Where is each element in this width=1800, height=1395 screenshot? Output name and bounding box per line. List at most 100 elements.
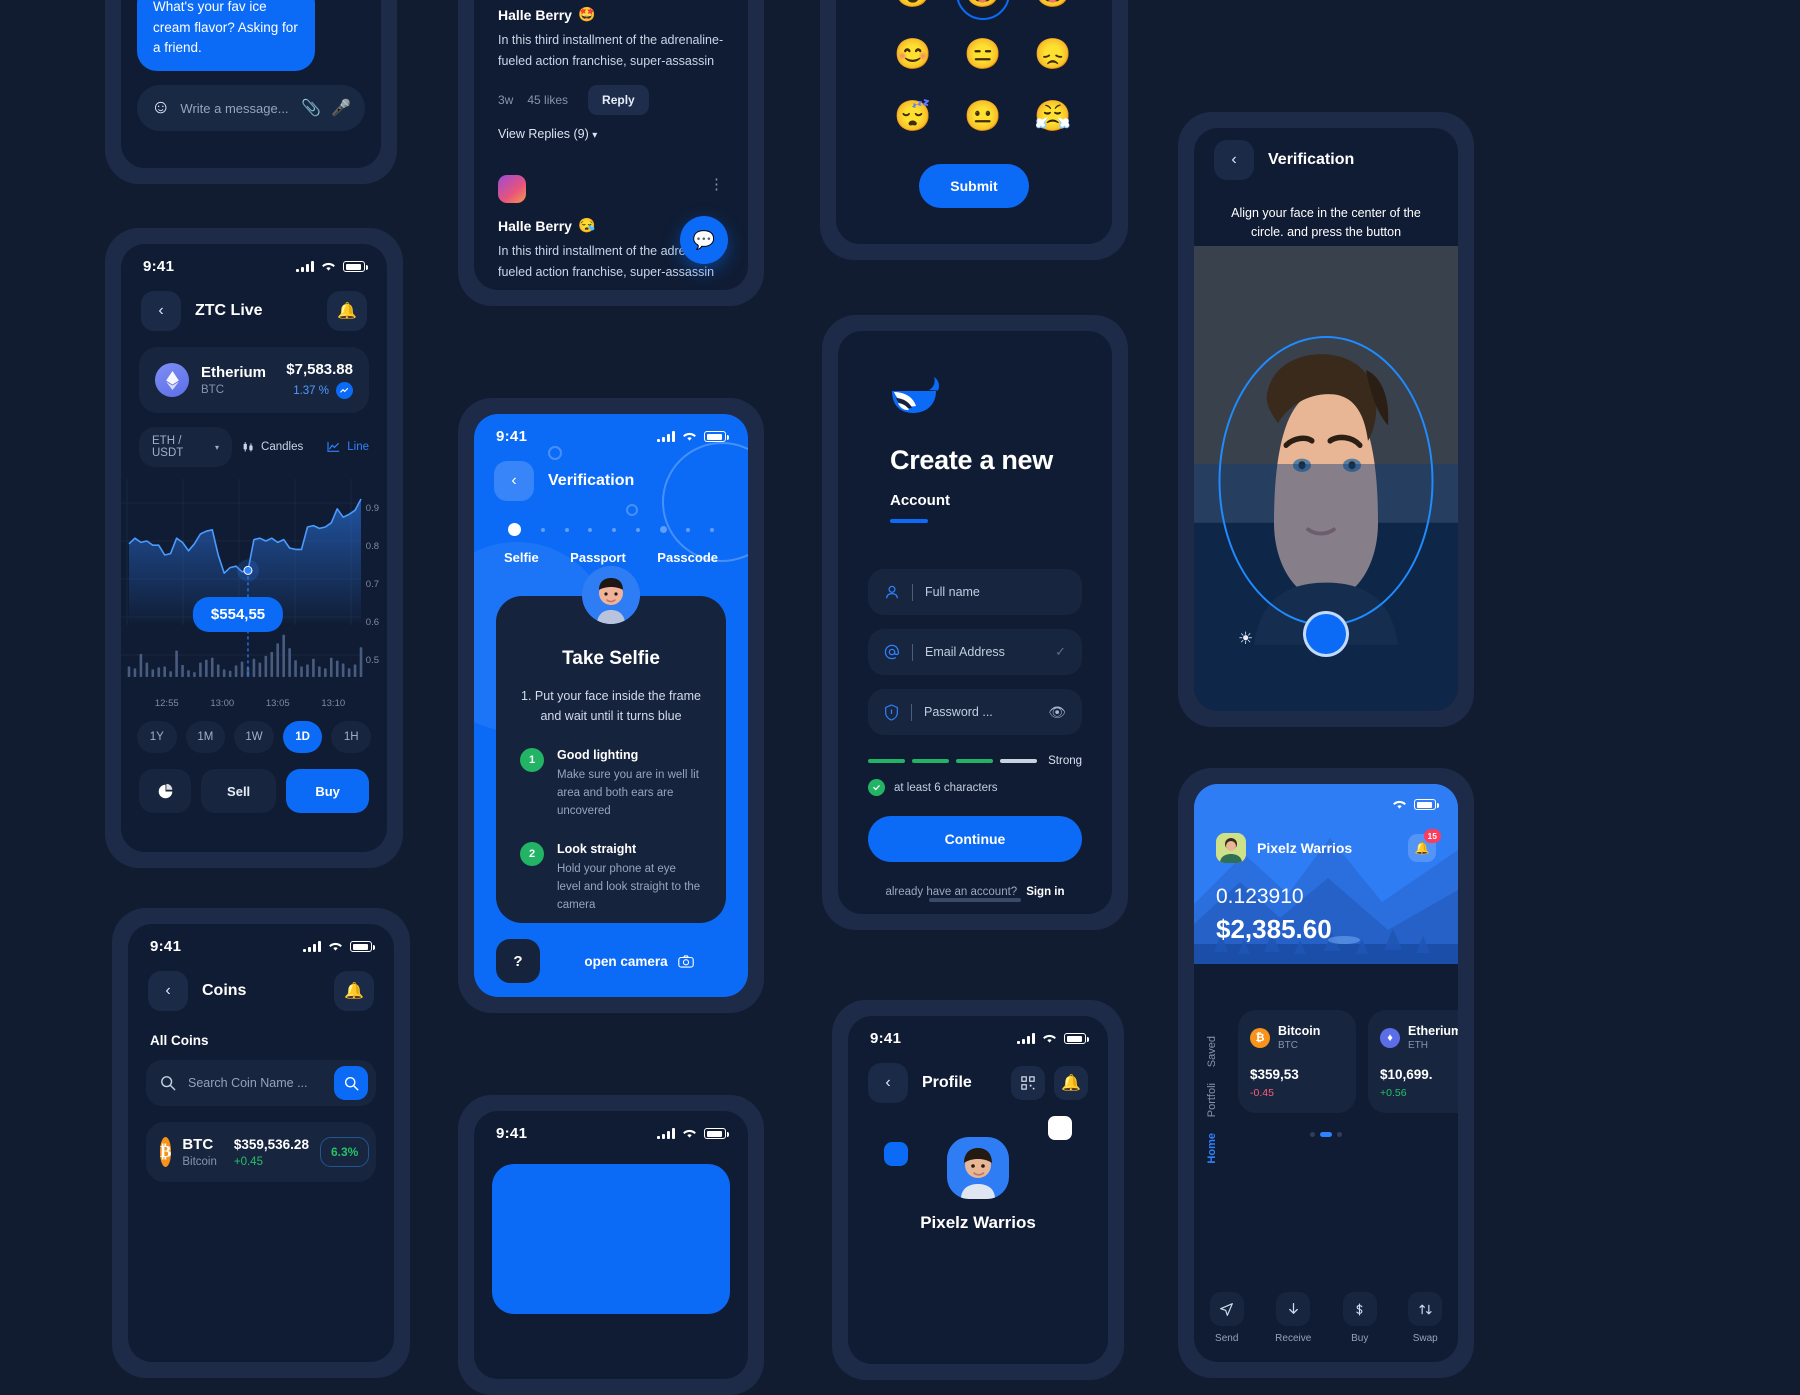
range-1d[interactable]: 1D: [282, 721, 323, 753]
nav-send[interactable]: Send: [1209, 1292, 1244, 1344]
page-subtitle: Account: [890, 492, 950, 509]
back-button[interactable]: ‹: [141, 291, 181, 331]
back-button[interactable]: ‹: [148, 971, 188, 1011]
step-label-passcode[interactable]: Passcode: [657, 550, 718, 565]
view-replies-toggle[interactable]: View Replies (9) ▾: [498, 127, 724, 141]
search-submit-button[interactable]: [334, 1066, 368, 1100]
table-row[interactable]: ₿ BTC Bitcoin $359,536.28 +0.45 6.3%: [146, 1122, 376, 1182]
emoji-icon[interactable]: ☺: [151, 97, 170, 119]
continue-button[interactable]: Continue: [868, 816, 1082, 862]
emoji-option[interactable]: 😃: [1032, 0, 1074, 14]
battery-icon: [1414, 799, 1439, 810]
pager-dot[interactable]: [1310, 1132, 1315, 1137]
tab-portfoli[interactable]: Portfoli: [1206, 1083, 1218, 1117]
emoji-option[interactable]: 😐: [962, 96, 1004, 138]
status-icons: [296, 261, 368, 272]
password-input[interactable]: Password ...: [924, 705, 1036, 719]
sell-button[interactable]: Sell: [201, 769, 277, 813]
balance-crypto: 0.123910: [1216, 885, 1304, 908]
dollar-icon: [1342, 1292, 1377, 1326]
full-name-input[interactable]: Full name: [925, 585, 1066, 599]
y-axis-tick: 0.5: [365, 655, 379, 666]
coin-summary-card[interactable]: Etherium BTC $7,583.88 1.37 %: [139, 347, 369, 413]
message-input[interactable]: Write a message...: [180, 101, 291, 116]
price-chart[interactable]: $554,55 0.9 0.8 0.7 0.6 0.5: [121, 479, 387, 694]
more-options-icon[interactable]: ⋮: [709, 175, 724, 193]
coin-price: $359,536.28: [233, 1136, 309, 1152]
asset-name: Bitcoin: [1278, 1024, 1321, 1038]
buy-button[interactable]: Buy: [286, 769, 369, 813]
emoji-option[interactable]: 😑: [962, 34, 1004, 76]
pair-selector[interactable]: ETH / USDT ▾: [139, 427, 233, 467]
email-input[interactable]: Email Address: [925, 645, 1043, 659]
nav-buy[interactable]: Buy: [1342, 1292, 1377, 1344]
line-toggle[interactable]: Line: [327, 441, 369, 453]
email-field[interactable]: Email Address ✓: [868, 629, 1082, 675]
search-input[interactable]: Search Coin Name ...: [188, 1076, 322, 1090]
emoji-option[interactable]: 😤: [1032, 96, 1074, 138]
ethereum-icon: [155, 363, 189, 397]
candles-toggle[interactable]: Candles: [242, 441, 303, 453]
back-button[interactable]: ‹: [1214, 140, 1254, 180]
pager-dot-active[interactable]: [1320, 1132, 1332, 1137]
asset-symbol: ETH: [1408, 1040, 1428, 1051]
reply-button[interactable]: Reply: [588, 85, 649, 116]
nav-swap[interactable]: Swap: [1408, 1292, 1443, 1344]
search-icon: [160, 1075, 176, 1091]
message-composer[interactable]: ☺ Write a message... 📎 🎤: [137, 85, 365, 131]
new-comment-fab[interactable]: 💬: [680, 216, 728, 264]
submit-button[interactable]: Submit: [919, 164, 1029, 208]
coin-name: Bitcoin: [182, 1156, 217, 1168]
range-1w[interactable]: 1W: [234, 721, 274, 753]
nav-receive[interactable]: Receive: [1275, 1292, 1311, 1344]
search-bar[interactable]: Search Coin Name ...: [146, 1060, 376, 1106]
x-axis-tick: 13:10: [321, 698, 346, 709]
brightness-icon[interactable]: ☀: [1238, 629, 1253, 649]
microphone-icon[interactable]: 🎤: [331, 98, 351, 118]
back-button[interactable]: ‹: [494, 461, 534, 501]
notification-bell-icon[interactable]: 🔔 15: [1408, 829, 1441, 862]
coin-delta: +0.45: [233, 1155, 263, 1168]
emoji-option[interactable]: 😊: [892, 34, 934, 76]
tab-home[interactable]: Home: [1206, 1133, 1218, 1164]
notification-bell-icon[interactable]: 🔔: [334, 971, 374, 1011]
wifi-icon: [321, 261, 336, 272]
range-1h[interactable]: 1H: [331, 721, 371, 753]
attachment-icon[interactable]: 📎: [301, 98, 321, 118]
battery-icon: [343, 261, 368, 272]
asset-card-carousel[interactable]: ₿ Bitcoin BTC $359,53 -0.45 ♦ Etherium E…: [1238, 1010, 1458, 1113]
asset-card[interactable]: ♦ Etherium ETH $10,699. +0.56: [1368, 1010, 1458, 1113]
avatar[interactable]: [1216, 833, 1246, 863]
emoji-option[interactable]: 😍: [892, 0, 934, 14]
shutter-button[interactable]: [1303, 611, 1349, 657]
title-underline: [890, 519, 928, 523]
home-indicator: [929, 898, 1021, 902]
bitcoin-icon: ₿: [160, 1137, 172, 1167]
open-camera-button[interactable]: open camera: [552, 939, 726, 983]
pager-dot[interactable]: [1337, 1132, 1342, 1137]
portfolio-pie-icon-button[interactable]: [139, 769, 191, 813]
decor-square-white: [1048, 1116, 1072, 1140]
emoji-option-selected[interactable]: 😀: [956, 0, 1010, 20]
tab-saved[interactable]: Saved: [1206, 1036, 1218, 1067]
signin-link[interactable]: Sign in: [1026, 886, 1064, 898]
full-name-field[interactable]: Full name: [868, 569, 1082, 615]
password-field[interactable]: Password ... 👁: [868, 689, 1082, 735]
notification-bell-icon[interactable]: 🔔: [1054, 1066, 1088, 1100]
comment-author: Halle Berry 🤩: [498, 6, 596, 23]
step-label-passport[interactable]: Passport: [570, 550, 626, 565]
range-1y[interactable]: 1Y: [137, 721, 177, 753]
swap-icon: [1408, 1292, 1443, 1326]
step-label-selfie[interactable]: Selfie: [504, 550, 539, 565]
eye-off-icon[interactable]: 👁: [1048, 704, 1066, 721]
range-1m[interactable]: 1M: [185, 721, 226, 753]
qr-code-icon[interactable]: [1011, 1066, 1045, 1100]
asset-card[interactable]: ₿ Bitcoin BTC $359,53 -0.45: [1238, 1010, 1356, 1113]
back-button[interactable]: ‹: [868, 1063, 908, 1103]
notification-bell-icon[interactable]: 🔔: [327, 291, 367, 331]
emoji-option[interactable]: 😞: [1032, 34, 1074, 76]
user-icon: [884, 584, 900, 600]
emoji-option[interactable]: 😴: [892, 96, 934, 138]
asset-name: Etherium: [1408, 1024, 1458, 1038]
help-button[interactable]: ?: [496, 939, 540, 983]
